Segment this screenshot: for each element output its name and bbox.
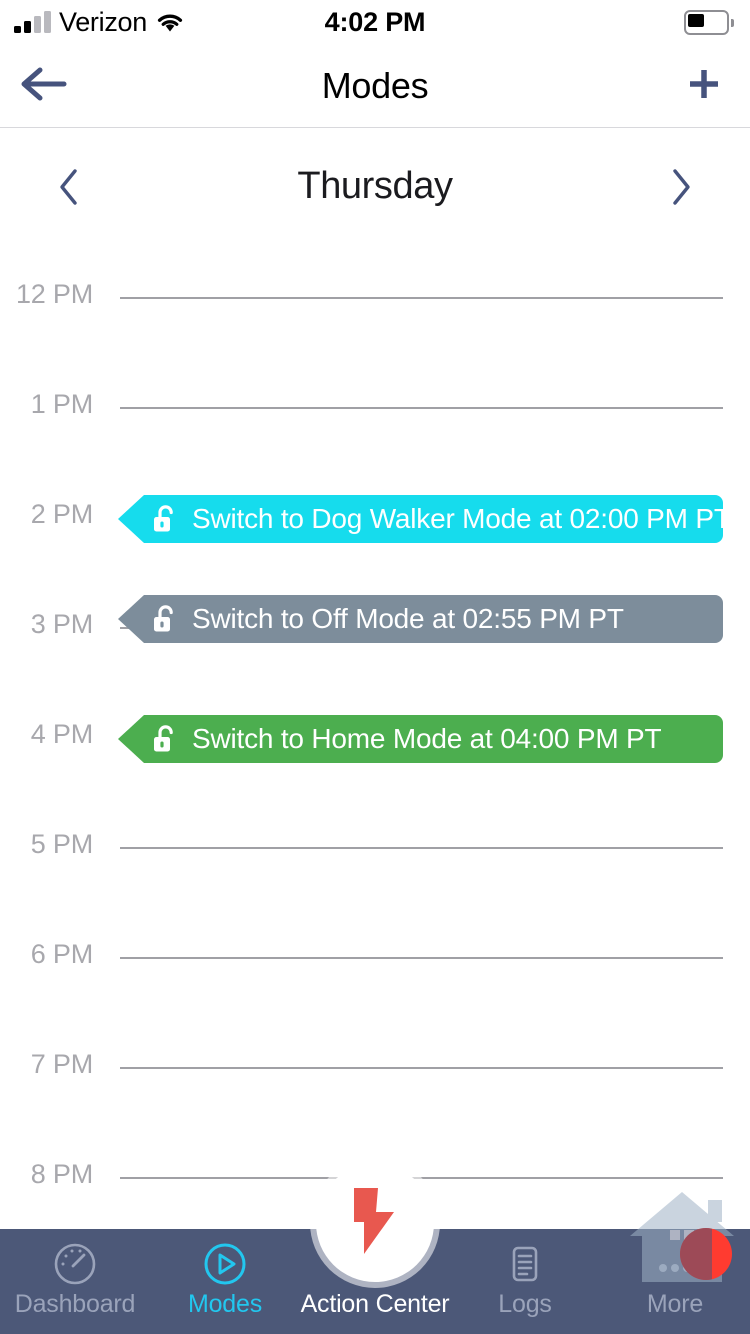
hour-label: 3 PM [0, 609, 93, 640]
unlock-icon [152, 504, 178, 534]
unlock-icon [152, 724, 178, 754]
hour-gridline [120, 297, 723, 299]
day-selector: Thursday [0, 129, 750, 244]
schedule-event-label: Switch to Off Mode at 02:55 PM PT [192, 603, 624, 635]
schedule-event-label: Switch to Dog Walker Mode at 02:00 PM PT [192, 503, 731, 535]
page-title: Modes [0, 44, 750, 128]
add-mode-button[interactable] [668, 44, 740, 128]
tab-label: More [647, 1292, 703, 1317]
hour-gridline [120, 957, 723, 959]
hour-label: 6 PM [0, 939, 93, 970]
hour-gridline [120, 1177, 723, 1179]
hour-label: 7 PM [0, 1049, 93, 1080]
schedule-event[interactable]: Switch to Off Mode at 02:55 PM PT [118, 595, 723, 643]
chevron-right-icon [670, 168, 692, 206]
status-bar: Verizon 4:02 PM [0, 0, 750, 44]
tab-label: Logs [498, 1292, 551, 1317]
tab-label: Dashboard [15, 1292, 136, 1317]
hour-gridline [120, 847, 723, 849]
hour-gridline [120, 407, 723, 409]
hour-gridline [120, 1067, 723, 1069]
hour-label: 2 PM [0, 499, 93, 530]
next-day-button[interactable] [636, 129, 726, 244]
status-bar-clock: 4:02 PM [0, 0, 750, 44]
play-circle-icon [200, 1238, 250, 1290]
gauge-icon [50, 1238, 100, 1290]
action-center-button[interactable] [316, 1164, 434, 1282]
unlock-icon [152, 604, 178, 634]
plus-icon [685, 65, 723, 108]
hour-label: 8 PM [0, 1159, 93, 1190]
notification-badge [680, 1228, 732, 1280]
tab-label: Modes [188, 1292, 262, 1317]
hour-label: 4 PM [0, 719, 93, 750]
lightning-bolt-icon [348, 1186, 402, 1261]
tab-logs[interactable]: Logs [450, 1229, 600, 1334]
mode-schedule-timeline[interactable]: 12 PM 1 PM 2 PM 3 PM 4 PM 5 PM 6 PM 7 PM… [0, 244, 750, 1229]
document-lines-icon [500, 1238, 550, 1290]
tab-modes[interactable]: Modes [150, 1229, 300, 1334]
tab-label: Action Center [301, 1292, 450, 1317]
schedule-event-label: Switch to Home Mode at 04:00 PM PT [192, 723, 661, 755]
tab-dashboard[interactable]: Dashboard [0, 1229, 150, 1334]
hour-label: 12 PM [0, 279, 93, 310]
schedule-event[interactable]: Switch to Home Mode at 04:00 PM PT [118, 715, 723, 763]
schedule-event[interactable]: Switch to Dog Walker Mode at 02:00 PM PT [118, 495, 723, 543]
battery-icon [684, 10, 734, 35]
hour-label: 5 PM [0, 829, 93, 860]
navigation-bar: Modes [0, 44, 750, 128]
hour-label: 1 PM [0, 389, 93, 420]
